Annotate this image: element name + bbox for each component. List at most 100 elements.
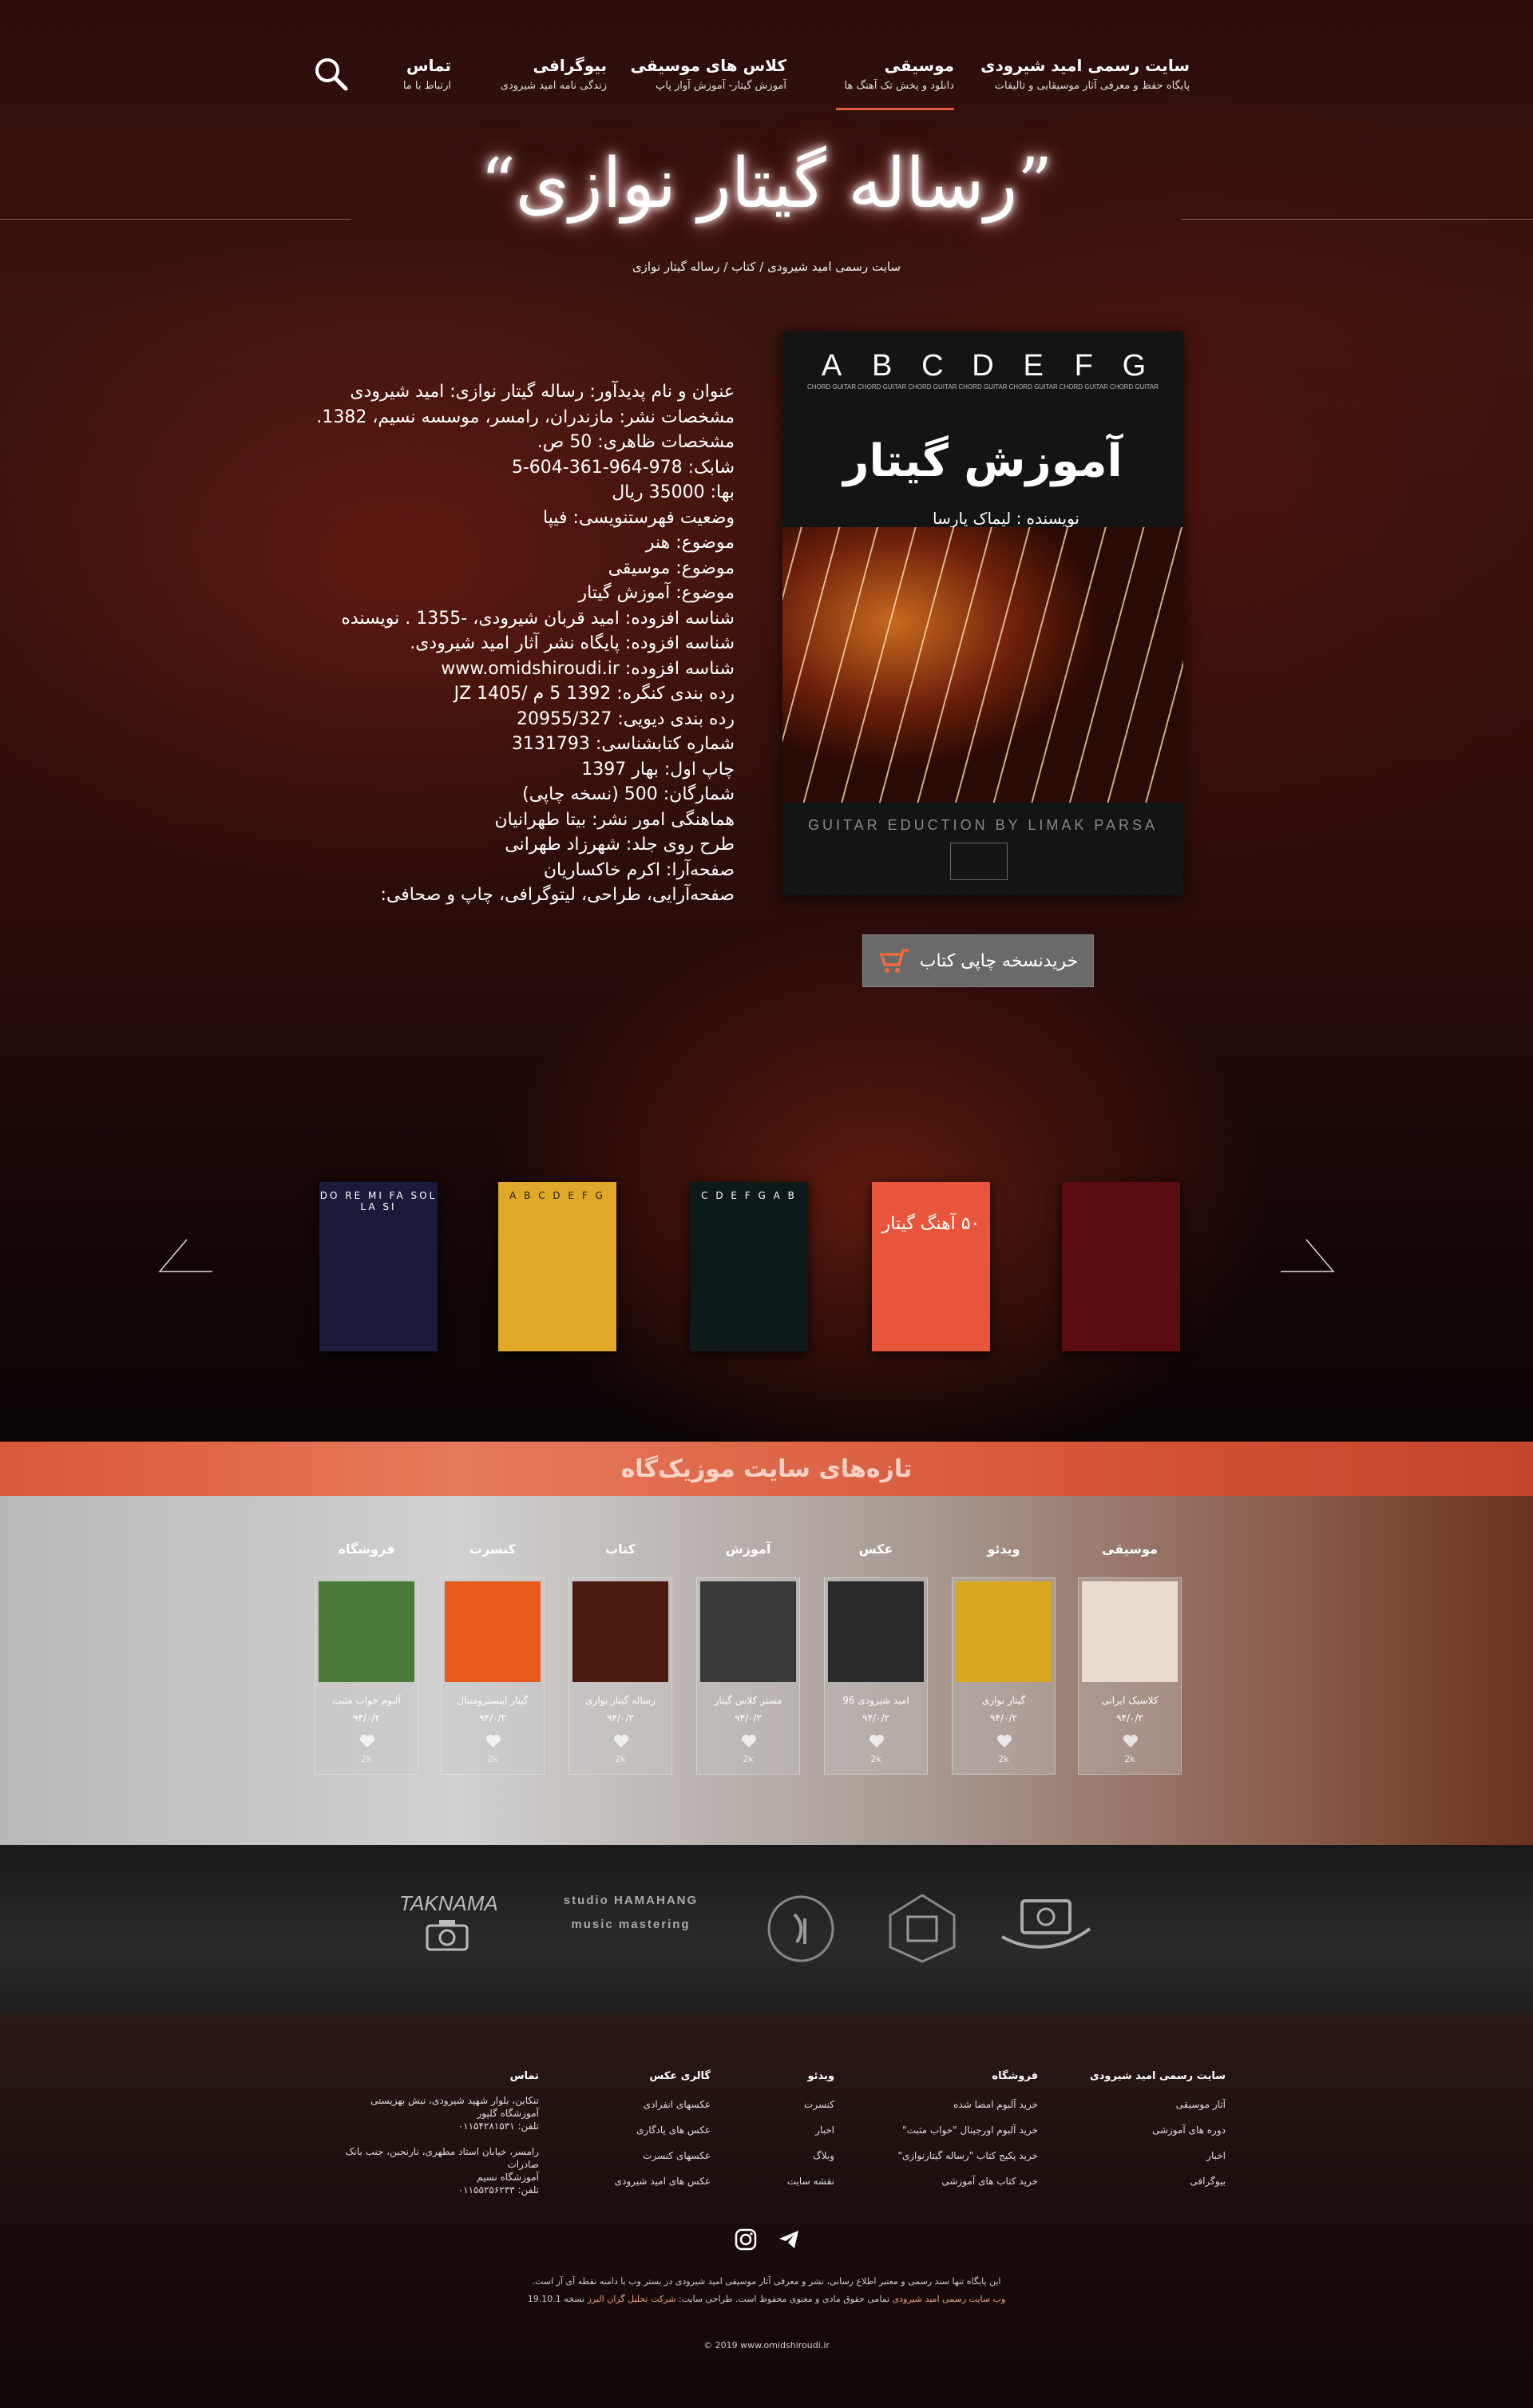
footer-col-head[interactable]: تماس (319, 2070, 539, 2083)
footer-col-head[interactable]: گالری عکس (615, 2070, 711, 2082)
footer-credit-company[interactable]: شرکت تحلیل گران البرز (588, 2294, 676, 2304)
detail-line: شابک: 978-964-361-604-5 (511, 457, 735, 478)
latest-card[interactable]: آلبوم خواب مثبت ۹۴/۰/۲ 2k (315, 1577, 418, 1775)
carousel-next-icon[interactable] (1279, 1238, 1335, 1273)
camera-icon (426, 1920, 469, 1951)
heart-icon[interactable] (996, 1734, 1012, 1748)
like-count: 2k (1124, 1754, 1135, 1764)
card-date: ۹۴/۰/۲ (479, 1712, 506, 1724)
carousel-book[interactable]: DO RE MI FA SOL LA SI (319, 1182, 438, 1351)
footer-link[interactable]: بیوگرافی (1090, 2168, 1226, 2194)
buy-label: خریدنسخه چاپی کتاب (919, 950, 1079, 971)
chord-letter: A CHORD GUITAR (806, 349, 857, 391)
footer-link[interactable]: عکس های یادگاری (615, 2117, 711, 2143)
card-thumbnail[interactable] (445, 1581, 541, 1682)
card-title[interactable]: مستر کلاس گیتار (697, 1695, 799, 1706)
detail-line: موضوع: هنر (645, 533, 735, 553)
partner-logo-hamahang[interactable]: studio HAMAHANG music mastering (543, 1889, 719, 1969)
card-thumbnail[interactable] (828, 1581, 924, 1682)
card-category[interactable]: کنسرت (441, 1541, 545, 1557)
heart-icon[interactable] (741, 1734, 757, 1748)
card-title[interactable]: گیتار اینسترومنتال (442, 1695, 544, 1706)
footer-col-head[interactable]: ویدئو (787, 2070, 834, 2082)
carousel-prev-icon[interactable] (158, 1238, 214, 1273)
card-category[interactable]: آموزش (696, 1541, 800, 1557)
search-icon[interactable] (313, 56, 348, 91)
footer-link[interactable]: خرید کتاب های آموزشی (897, 2168, 1038, 2194)
card-date: ۹۴/۰/۲ (607, 1712, 634, 1724)
footer-link[interactable]: خرید پکیج کتاب "رساله گیتارنوازی" (897, 2143, 1038, 2168)
footer-link[interactable]: خرید آلبوم اورجینال "خواب مثبت" (897, 2117, 1038, 2143)
footer-col-video: ویدئو کنسرت اخبار وبلاگ نقشه سایت (787, 2070, 834, 2194)
card-category[interactable]: فروشگاه (315, 1541, 418, 1557)
nav-title: کلاس های موسیقی (630, 56, 786, 75)
latest-card[interactable]: گیتار نوازی ۹۴/۰/۲ 2k (952, 1577, 1056, 1775)
footer-col-head[interactable]: فروشگاه (897, 2070, 1038, 2082)
card-thumbnail[interactable] (572, 1581, 668, 1682)
heart-icon[interactable] (1123, 1734, 1139, 1748)
cover-chord-letters: A CHORD GUITAR B CHORD GUITAR C CHORD GUITA… (782, 349, 1183, 391)
latest-card[interactable]: مستر کلاس گیتار ۹۴/۰/۲ 2k (696, 1577, 800, 1775)
chord-letter: G CHORD GUITAR (1109, 349, 1159, 391)
card-thumbnail[interactable] (319, 1581, 414, 1682)
card-category[interactable]: موسیقی (1078, 1541, 1182, 1557)
nav-item-biography[interactable]: بیوگرافی زندگی نامه امید شیرودی (501, 56, 607, 92)
footer-credit-site[interactable]: وب سایت رسمی امید شیرودی (893, 2294, 1006, 2304)
card-title[interactable]: کلاسیک ایرانی (1079, 1695, 1181, 1706)
detail-line: رده بندی کنگره: 1392 5 م /JZ 1405 (454, 684, 735, 704)
footer-link[interactable]: عکسهای کنسرت (615, 2143, 711, 2168)
like-count: 2k (615, 1754, 626, 1764)
card-title[interactable]: امید شیرودی 96 (825, 1695, 927, 1706)
heart-icon[interactable] (869, 1734, 885, 1748)
carousel-book[interactable]: ۵۰ آهنگ گیتار (872, 1182, 990, 1351)
card-category[interactable]: عکس (824, 1541, 928, 1557)
latest-card[interactable]: کلاسیک ایرانی ۹۴/۰/۲ 2k (1078, 1577, 1182, 1775)
nav-item-contact[interactable]: تماس ارتباط با ما (403, 56, 451, 92)
copyright: © 2019 www.omidshiroudi.ir (703, 2340, 830, 2350)
latest-card[interactable]: امید شیرودی 96 ۹۴/۰/۲ 2k (824, 1577, 928, 1775)
footer-link[interactable]: دوره های آموزشی (1090, 2117, 1226, 2143)
card-title[interactable]: آلبوم خواب مثبت (315, 1695, 418, 1706)
carousel-book[interactable]: A B C D E F G (498, 1182, 616, 1351)
footer-link[interactable]: عکسهای انفرادی (615, 2092, 711, 2117)
card-thumbnail[interactable] (1082, 1581, 1178, 1682)
carousel-book[interactable] (1062, 1182, 1180, 1351)
latest-card[interactable]: گیتار اینسترومنتال ۹۴/۰/۲ 2k (441, 1577, 545, 1775)
partner-logo-taknama[interactable]: TAKNAMA (399, 1891, 498, 1963)
footer-link[interactable]: اخبار (1090, 2143, 1226, 2168)
heart-icon[interactable] (359, 1734, 375, 1748)
footer-link[interactable]: خرید آلبوم امضا شده (897, 2092, 1038, 2117)
footer-link[interactable]: وبلاگ (787, 2143, 834, 2168)
partner-logo-computer[interactable] (998, 1893, 1094, 1957)
telegram-icon[interactable] (778, 2228, 800, 2251)
footer-col-head[interactable]: سایت رسمی امید شیرودی (1090, 2070, 1226, 2082)
detail-line: شناسه افزوده: www.omidshiroudi.ir (441, 658, 735, 679)
card-category[interactable]: کتاب (568, 1541, 672, 1557)
nav-item-home[interactable]: سایت رسمی امید شیرودی پایگاه حفظ و معرفی… (980, 56, 1190, 92)
breadcrumb[interactable]: سایت رسمی امید شیرودی / کتاب / رساله گیت… (607, 260, 926, 274)
nav-item-classes[interactable]: کلاس های موسیقی آموزش گیتار- آموزش آواز … (631, 56, 786, 92)
latest-card[interactable]: رساله گیتار نوازی ۹۴/۰/۲ 2k (568, 1577, 672, 1775)
carousel-book[interactable]: C D E F G A B (690, 1182, 808, 1351)
heart-icon[interactable] (485, 1734, 501, 1748)
footer-link[interactable]: عکس های امید شیرودی (615, 2168, 711, 2194)
footer-link[interactable]: اخبار (787, 2117, 834, 2143)
detail-line: شناسه افزوده: پایگاه نشر آثار امید شیرود… (410, 633, 735, 653)
footer-link[interactable]: کنسرت (787, 2092, 834, 2117)
heart-icon[interactable] (613, 1734, 629, 1748)
card-title[interactable]: رساله گیتار نوازی (569, 1695, 671, 1706)
footer-link[interactable]: نقشه سایت (787, 2168, 834, 2194)
card-title[interactable]: گیتار نوازی (953, 1695, 1055, 1706)
card-thumbnail[interactable] (956, 1581, 1052, 1682)
instagram-icon[interactable] (735, 2228, 757, 2251)
partner-logo-institute[interactable] (882, 1891, 962, 1963)
partner-logo-circle[interactable] (766, 1894, 835, 1963)
card-category[interactable]: ویدئو (952, 1541, 1056, 1557)
buy-print-button[interactable]: خریدنسخه چاپی کتاب (862, 934, 1094, 987)
detail-line: صفحه‌آرایی، طراحی، لیتوگرافی، چاپ و صحاف… (380, 885, 735, 905)
detail-line: شناسه افزوده: امید قربان شیرودی، -1355 .… (341, 608, 735, 629)
footer-link[interactable]: آثار موسیقی (1090, 2092, 1226, 2117)
nav-item-music[interactable]: موسیقی دانلود و پخش تک آهنگ ها (845, 56, 954, 92)
card-date: ۹۴/۰/۲ (353, 1712, 380, 1724)
card-thumbnail[interactable] (700, 1581, 796, 1682)
